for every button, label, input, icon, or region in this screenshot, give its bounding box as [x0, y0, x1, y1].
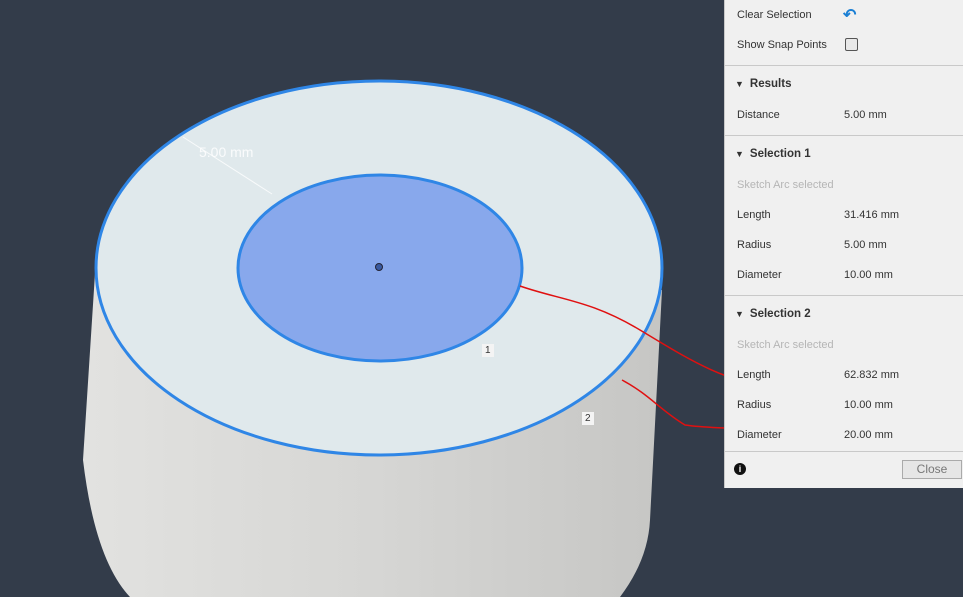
- undo-icon[interactable]: ↶: [843, 5, 856, 25]
- diameter-label: Diameter: [737, 429, 782, 441]
- radius-value: 5.00 mm: [844, 239, 887, 251]
- center-point: [375, 263, 383, 271]
- length-value: 31.416 mm: [844, 209, 900, 221]
- show-snap-points-checkbox[interactable]: [845, 38, 858, 51]
- clear-selection-label: Clear Selection: [737, 9, 812, 21]
- selection1-status: Sketch Arc selected: [737, 179, 834, 191]
- selection1-title: Selection 1: [749, 148, 811, 160]
- divider: [725, 135, 963, 136]
- selection2-status: Sketch Arc selected: [737, 339, 834, 351]
- distance-value: 5.00 mm: [844, 109, 887, 121]
- diameter-value: 10.00 mm: [844, 269, 893, 281]
- diameter-value: 20.00 mm: [844, 429, 893, 441]
- results-title: Results: [749, 78, 792, 90]
- length-label: Length: [737, 369, 771, 381]
- divider: [725, 451, 963, 452]
- selection2-header[interactable]: ▼ Selection 2: [735, 308, 811, 320]
- collapse-triangle-icon: ▼: [735, 149, 744, 159]
- diameter-label: Diameter: [737, 269, 782, 281]
- selection1-header[interactable]: ▼ Selection 1: [735, 148, 811, 160]
- length-value: 62.832 mm: [844, 369, 900, 381]
- divider: [725, 295, 963, 296]
- edge-label-2: 2: [582, 412, 594, 425]
- collapse-triangle-icon: ▼: [735, 309, 744, 319]
- close-button[interactable]: Close: [902, 460, 962, 479]
- radius-label: Radius: [737, 399, 772, 411]
- results-header[interactable]: ▼ Results: [735, 78, 791, 90]
- selection2-title: Selection 2: [749, 308, 811, 320]
- distance-label: Distance: [737, 109, 780, 121]
- radius-label: Radius: [737, 239, 772, 251]
- measure-panel: Clear Selection ↶ Show Snap Points ▼ Resu…: [724, 0, 963, 488]
- dimension-label: 5.00 mm: [199, 144, 254, 160]
- length-label: Length: [737, 209, 771, 221]
- info-icon[interactable]: i: [734, 463, 746, 475]
- divider: [725, 65, 963, 66]
- radius-value: 10.00 mm: [844, 399, 893, 411]
- show-snap-points-label: Show Snap Points: [737, 39, 827, 51]
- edge-label-1: 1: [482, 344, 494, 357]
- collapse-triangle-icon: ▼: [735, 79, 744, 89]
